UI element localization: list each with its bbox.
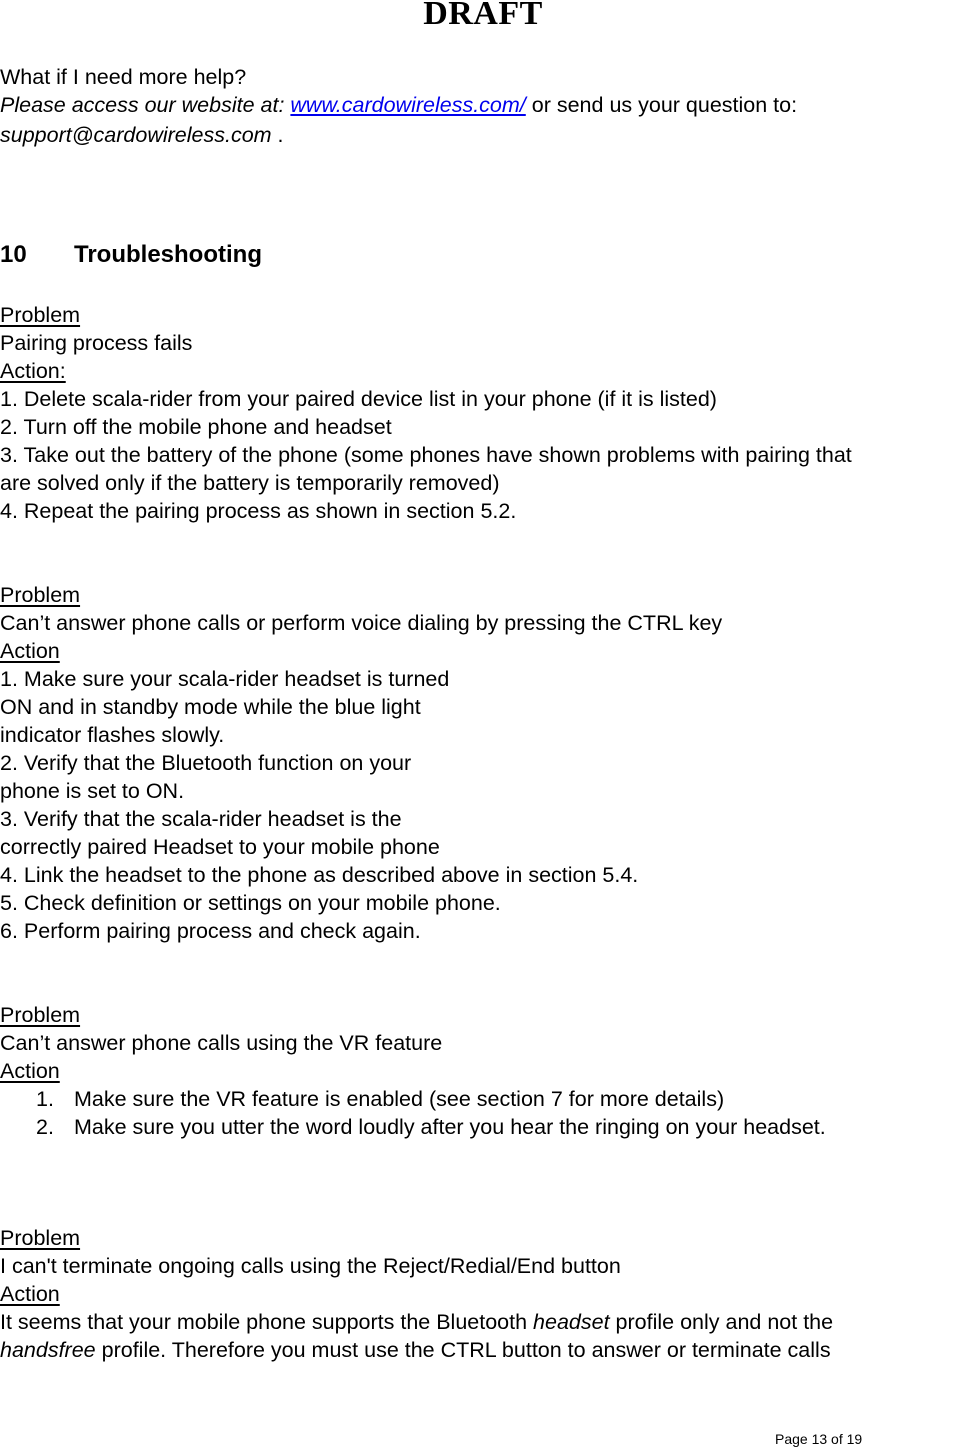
action-step: are solved only if the battery is tempor… <box>0 471 500 495</box>
help-website-line: Please access our website at: www.cardow… <box>0 91 797 119</box>
help-middle: or send us your question to: <box>525 93 798 117</box>
action-step: 2. Turn off the mobile phone and headset <box>0 415 392 439</box>
list-number: 1. <box>36 1087 54 1111</box>
section-number: 10 <box>0 241 27 268</box>
problem-text: I can't terminate ongoing calls using th… <box>0 1254 621 1278</box>
action-step: indicator flashes slowly. <box>0 723 225 747</box>
problem-label: Problem <box>0 1226 81 1250</box>
action-body-line: handsfree profile. Therefore you must us… <box>0 1336 831 1364</box>
support-email[interactable]: support@cardowireless.com <box>0 123 272 147</box>
action-label: Action <box>0 1059 60 1083</box>
action-label: Action: <box>0 359 66 383</box>
action-body-text: It seems that your mobile phone supports… <box>0 1310 534 1334</box>
list-number: 2. <box>36 1115 54 1139</box>
section-title: Troubleshooting <box>74 241 262 268</box>
action-step: 3. Take out the battery of the phone (so… <box>0 443 852 467</box>
website-link[interactable]: www.cardowireless.com/ <box>290 93 525 117</box>
problem-label: Problem <box>0 303 81 327</box>
draft-watermark: DRAFT <box>423 0 543 32</box>
emphasis-headset: headset <box>533 1310 610 1334</box>
list-text: Make sure you utter the word loudly afte… <box>74 1115 826 1139</box>
list-text: Make sure the VR feature is enabled (see… <box>74 1087 725 1111</box>
action-step: ON and in standby mode while the blue li… <box>0 695 421 719</box>
action-step: 3. Verify that the scala-rider headset i… <box>0 807 402 831</box>
action-step: phone is set to ON. <box>0 779 185 803</box>
action-step: 4. Repeat the pairing process as shown i… <box>0 499 517 523</box>
action-step: 2. Verify that the Bluetooth function on… <box>0 751 412 775</box>
page-number: Page 13 of 19 <box>775 1431 863 1447</box>
action-body-text: profile only and not the <box>609 1310 834 1334</box>
action-step: 1. Make sure your scala-rider headset is… <box>0 667 450 691</box>
problem-label: Problem <box>0 1003 81 1027</box>
action-label: Action <box>0 1282 60 1306</box>
action-body-text: profile. Therefore you must use the CTRL… <box>95 1338 831 1362</box>
help-question: What if I need more help? <box>0 65 247 89</box>
action-label: Action <box>0 639 60 663</box>
help-suffix: . <box>271 123 284 147</box>
action-step: 6. Perform pairing process and check aga… <box>0 919 421 943</box>
action-step: 1. Delete scala-rider from your paired d… <box>0 387 717 411</box>
problem-text: Can’t answer phone calls using the VR fe… <box>0 1031 443 1055</box>
problem-label: Problem <box>0 583 81 607</box>
help-email-line: support@cardowireless.com . <box>0 121 284 149</box>
action-step: 4. Link the headset to the phone as desc… <box>0 863 639 887</box>
problem-text: Can’t answer phone calls or perform voic… <box>0 611 723 635</box>
action-step: correctly paired Headset to your mobile … <box>0 835 440 859</box>
problem-text: Pairing process fails <box>0 331 193 355</box>
action-step: 5. Check definition or settings on your … <box>0 891 501 915</box>
section-heading: 10 Troubleshooting <box>0 241 262 269</box>
help-prefix: Please access our website at: <box>0 93 291 117</box>
emphasis-handsfree: handsfree <box>0 1338 96 1362</box>
action-body-line: It seems that your mobile phone supports… <box>0 1308 833 1336</box>
